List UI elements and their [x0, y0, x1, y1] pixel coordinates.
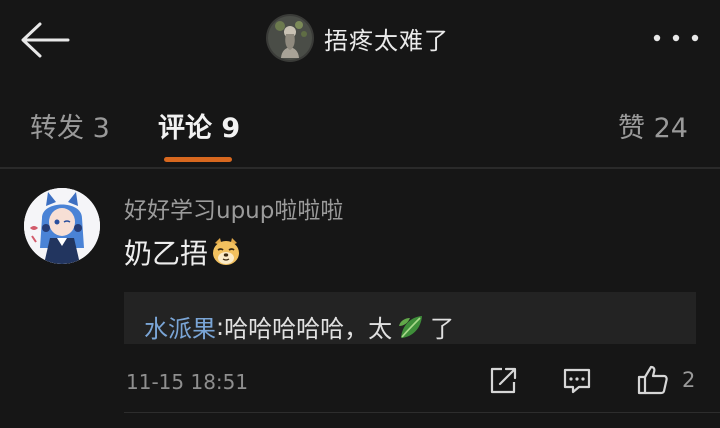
header-profile[interactable]: 捂疼太难了 [266, 14, 449, 62]
comment-body: 奶乙捂 [124, 237, 209, 270]
comment-text: 奶乙捂 [124, 232, 242, 272]
doge-emoji [213, 238, 240, 265]
reply-username[interactable]: 水派果 [144, 309, 216, 344]
like-icon[interactable] [636, 364, 670, 396]
reply-icon[interactable] [562, 364, 592, 396]
tab-comment[interactable]: 评论 9 [158, 106, 240, 145]
tab-repost[interactable]: 转发 3 [30, 106, 110, 145]
reply-line: 水派果 : 哈哈哈哈哈，太 了 [144, 309, 454, 344]
reply-text-before: 哈哈哈哈哈，太 [224, 315, 393, 343]
commenter-username[interactable]: 好好学习upup啦啦啦 [124, 191, 343, 225]
reply-separator: : [216, 312, 225, 341]
more-dots-icon[interactable] [650, 28, 702, 48]
reply-text-after: 了 [430, 315, 455, 343]
commenter-avatar[interactable] [24, 188, 100, 264]
share-icon[interactable] [488, 364, 518, 396]
like-count: 2 [682, 368, 696, 392]
comment-timestamp: 11-15 18:51 [126, 370, 249, 394]
reply-preview[interactable]: 水派果 : 哈哈哈哈哈，太 了 [124, 292, 696, 344]
header-avatar[interactable] [266, 14, 314, 62]
header-title: 捂疼太难了 [324, 26, 449, 55]
tab-divider [0, 167, 720, 169]
leaf-emoji [399, 315, 423, 338]
back-arrow-icon[interactable] [18, 20, 72, 60]
top-bar: 捂疼太难了 [0, 0, 720, 80]
comment-divider [124, 412, 720, 413]
tab-bar: 转发 3 评论 9 赞 24 [0, 96, 720, 166]
active-tab-indicator [164, 157, 232, 162]
tab-like[interactable]: 赞 24 [618, 106, 688, 145]
